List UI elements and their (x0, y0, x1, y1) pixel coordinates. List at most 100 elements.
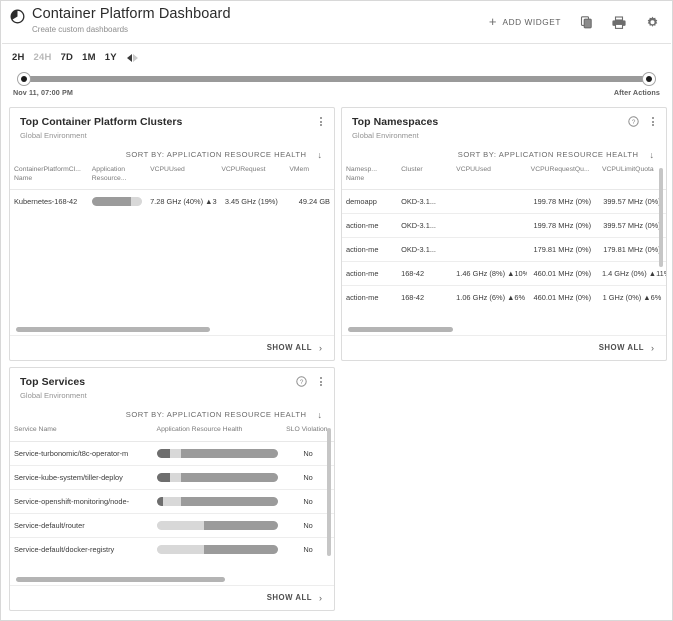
vcpu-used-value: 7.28 GHz (40%) (150, 197, 204, 206)
panel-title: Top Namespaces (352, 116, 439, 128)
cell-vcpu-limit-quota: 399.57 MHz (0%) (597, 213, 666, 238)
table-row[interactable]: Service-kube-system/tiller-deploy No (10, 465, 334, 490)
help-circle-icon[interactable]: ? (628, 116, 639, 127)
kebab-menu-icon[interactable] (648, 116, 658, 127)
panel-top-services: Top Services Global Environment ? SORT B… (9, 367, 335, 611)
cell-vcpu-used: 1.46 GHz (8%) ▲10% (452, 261, 527, 286)
time-range-1m[interactable]: 1M (82, 52, 96, 63)
slider-labels: Nov 11, 07:00 PM After Actions (12, 88, 661, 97)
table-row[interactable]: Service-turbonomic/t8c-operator-m No (10, 441, 334, 466)
col-vmem[interactable]: VMem (285, 164, 334, 190)
table-row[interactable]: Service-default/router No (10, 513, 334, 538)
col-vcpu-used[interactable]: VCPUUsed (146, 164, 218, 190)
cell-vcpu-request-quota: 199.78 MHz (0%) (526, 189, 598, 214)
show-all-button[interactable]: SHOW ALL › (342, 335, 666, 360)
time-range-nav[interactable] (126, 53, 138, 62)
table-row[interactable]: Service-default/docker-registry No (10, 537, 334, 561)
kebab-menu-icon[interactable] (316, 116, 326, 127)
scrollbar-thumb[interactable] (16, 577, 226, 582)
cell-vcpu-used: 1.06 GHz (6%) ▲6% (456, 293, 526, 302)
arrow-down-icon[interactable]: ↓ (650, 150, 655, 159)
table-row[interactable]: action-me 168-42 1.06 GHz (6%) ▲6% 460.01 M… (342, 286, 666, 310)
copy-icon[interactable] (578, 14, 594, 30)
cell-service-name: Service-default/router (10, 513, 153, 538)
table-row[interactable]: demoapp OKD-3.1... 199.78 MHz (0%) 399.57 M… (342, 189, 666, 214)
scrollbar-thumb[interactable] (659, 168, 663, 268)
time-range-7d[interactable]: 7D (61, 52, 74, 63)
health-seg-light (169, 472, 181, 482)
cell-vcpu-used (452, 237, 527, 262)
slider-knob-right[interactable] (642, 72, 656, 86)
col-application-resource-health[interactable]: Application Resource Health (152, 424, 283, 442)
help-circle-icon[interactable]: ? (296, 376, 307, 387)
kebab-menu-icon[interactable] (316, 376, 326, 387)
cell-cluster: OKD-3.1... (397, 189, 453, 214)
slider-track[interactable] (24, 76, 649, 82)
col-namespace-name[interactable]: Namesp... Name (342, 164, 398, 190)
cell-vcpu-limit-quota: 179.81 MHz (0%) (597, 237, 666, 262)
health-seg-light (162, 496, 181, 506)
vertical-scrollbar[interactable] (659, 168, 663, 323)
show-all-label: SHOW ALL (266, 593, 312, 602)
cell-vcpu-request-quota: 460.01 MHz (0%) (533, 293, 592, 302)
cell-vcpu-request-quota: 460.01 MHz (0%) (526, 261, 598, 286)
col-service-name[interactable]: Service Name (10, 424, 153, 442)
col-cluster-name[interactable]: ContainerPlatformCl... Name (10, 164, 88, 190)
vcpu-used-delta: ▲6% (507, 293, 526, 302)
print-icon[interactable] (611, 14, 627, 30)
add-widget-button[interactable]: + ADD WIDGET (489, 15, 561, 28)
horizontal-scrollbar[interactable] (16, 327, 324, 332)
scrollbar-thumb[interactable] (16, 327, 211, 332)
col-vcpu-request[interactable]: VCPURequest (217, 164, 286, 190)
sort-bar[interactable]: SORT BY: APPLICATION RESOURCE HEALTH ↓ (10, 404, 334, 424)
slider-knob-left[interactable] (17, 72, 31, 86)
col-vcpu-used[interactable]: VCPUUsed (452, 164, 527, 190)
gear-icon[interactable] (644, 14, 660, 30)
time-range-24h[interactable]: 24H (34, 52, 52, 63)
horizontal-scrollbar[interactable] (348, 327, 656, 332)
col-vcpu-request-quota[interactable]: VCPURequestQu... (526, 164, 598, 190)
scrollbar-thumb[interactable] (348, 327, 453, 332)
col-cluster[interactable]: Cluster (397, 164, 453, 190)
table-row[interactable]: action-me OKD-3.1... 179.81 MHz (0%) 179.81… (342, 237, 666, 262)
sort-label: SORT BY: APPLICATION RESOURCE HEALTH (125, 150, 307, 159)
vcpu-used-delta: ▲3% (205, 197, 217, 206)
header-actions: + ADD WIDGET (489, 14, 660, 30)
cell-service-name: Service-kube-system/tiller-deploy (10, 465, 153, 490)
cell-cluster: OKD-3.1... (397, 213, 453, 238)
arrow-down-icon[interactable]: ↓ (318, 150, 323, 159)
horizontal-scrollbar[interactable] (16, 577, 324, 582)
show-all-button[interactable]: SHOW ALL › (10, 585, 334, 610)
health-bar (156, 544, 279, 554)
cell-health (152, 513, 283, 538)
table-row[interactable]: Kubernetes-168-42 7.28 GHz (40%) ▲3% (10, 190, 334, 214)
col-vcpu-limit-quota[interactable]: VCPULimitQuota (597, 164, 666, 190)
time-range-2h[interactable]: 2H (12, 52, 25, 63)
sort-bar[interactable]: SORT BY: APPLICATION RESOURCE HEALTH ↓ (342, 144, 666, 164)
vertical-scrollbar[interactable] (327, 428, 331, 573)
panel-title: Top Container Platform Clusters (20, 116, 183, 128)
panel-top-namespaces: Top Namespaces Global Environment ? SORT… (341, 107, 667, 361)
health-seg-mid (203, 520, 279, 530)
table-row[interactable]: action-me OKD-3.1... 199.78 MHz (0%) 399.57… (342, 213, 666, 238)
arrow-down-icon[interactable]: ↓ (318, 410, 323, 419)
cell-vcpu-request-quota: 199.78 MHz (0%) (526, 213, 598, 238)
dashboard-app: Container Platform Dashboard Create cust… (0, 0, 673, 621)
cell-health (153, 537, 283, 561)
show-all-button[interactable]: SHOW ALL › (10, 335, 334, 360)
cell-service-name: Service-openshift-monitoring/node- (10, 489, 153, 514)
table-row[interactable]: Service-openshift-monitoring/node- No (10, 489, 334, 514)
col-application-resource[interactable]: Application Resource... (87, 164, 147, 190)
cell-health (152, 489, 283, 514)
time-range-slider[interactable] (17, 72, 656, 86)
caret-left-icon[interactable] (126, 53, 132, 62)
scrollbar-thumb[interactable] (327, 428, 331, 556)
caret-right-icon[interactable] (132, 53, 138, 62)
cell-vcpu-limit-quota: 399.57 MHz (0%) (597, 189, 666, 214)
sort-bar[interactable]: SORT BY: APPLICATION RESOURCE HEALTH ↓ (10, 144, 334, 164)
health-seg-light (156, 520, 204, 530)
table-row[interactable]: action-me168-421.46 GHz (8%) ▲10%460.01 … (342, 261, 666, 286)
panel-subtitle: Global Environment (20, 131, 87, 140)
health-seg-mid (91, 197, 131, 206)
time-range-1y[interactable]: 1Y (105, 52, 117, 63)
